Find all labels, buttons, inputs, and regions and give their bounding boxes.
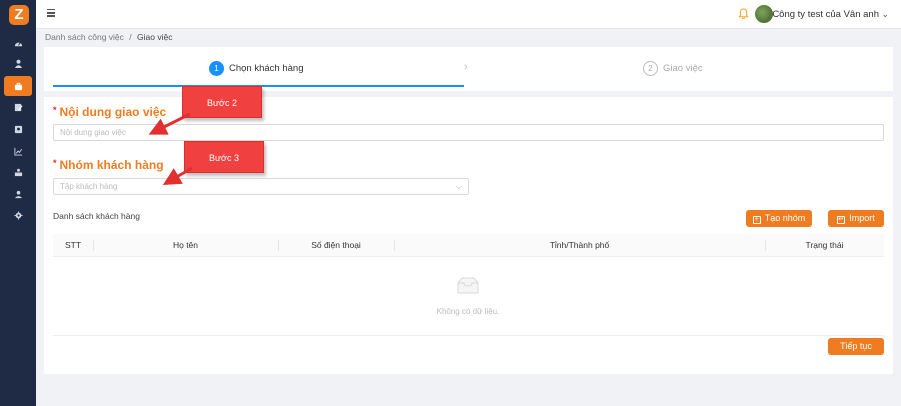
main-form-card: * Nội dung giao việc Nội dung giao việc *… — [44, 97, 893, 374]
task-content-label: * Nội dung giao việc — [53, 105, 167, 119]
step-number: 2 — [643, 61, 658, 76]
chevron-down-icon: ⌵ — [455, 182, 462, 191]
task-content-input[interactable]: Nội dung giao việc — [53, 124, 884, 141]
chevron-right-icon: › — [464, 61, 468, 73]
menu-toggle-icon[interactable] — [47, 9, 55, 17]
inbox-icon[interactable] — [0, 162, 36, 182]
customer-table-header: STT Họ tên Số điện thoại Tỉnh/Thành phố … — [53, 234, 884, 257]
step-choose-customer[interactable]: 1 Chọn khách hàng — [209, 61, 303, 76]
breadcrumb-parent[interactable]: Danh sách công việc — [45, 32, 124, 42]
import-icon: ↵ — [837, 216, 846, 224]
dashboard-icon[interactable] — [0, 33, 36, 53]
top-bar: Công ty test của Vân anh ⌄ — [36, 0, 901, 29]
customer-group-placeholder: Tập khách hàng — [60, 182, 118, 191]
chevron-down-icon[interactable]: ⌄ — [881, 9, 889, 20]
column-header-stt[interactable]: STT — [53, 234, 93, 257]
callout-step-2: Bước 2 — [182, 86, 262, 118]
column-header-status[interactable]: Trạng thái — [765, 234, 884, 257]
column-header-phone[interactable]: Số điện thoại — [278, 234, 394, 257]
step-assign-task[interactable]: 2 Giao việc — [643, 61, 703, 76]
customer-group-select[interactable]: Tập khách hàng ⌵ — [53, 178, 469, 195]
required-mark: * — [53, 105, 57, 115]
steps-bar: 1 Chọn khách hàng › 2 Giao việc — [44, 47, 893, 91]
callout-step-3: Bước 3 — [184, 141, 264, 173]
empty-state-text: Không có dữ liệu. — [436, 307, 500, 316]
notification-bell-icon[interactable] — [738, 8, 749, 20]
create-group-button[interactable]: + Tạo nhóm — [746, 210, 812, 227]
column-header-province[interactable]: Tỉnh/Thành phố — [394, 234, 765, 257]
company-name[interactable]: Công ty test của Vân anh — [772, 9, 879, 20]
chart-icon[interactable] — [0, 141, 36, 161]
briefcase-icon[interactable] — [4, 76, 32, 96]
settings-icon[interactable] — [0, 205, 36, 225]
customer-group-label: * Nhóm khách hàng — [53, 158, 164, 172]
contact-book-icon[interactable] — [0, 119, 36, 139]
step-number: 1 — [209, 61, 224, 76]
column-header-name[interactable]: Họ tên — [93, 234, 278, 257]
avatar[interactable] — [755, 5, 773, 23]
step-label: Chọn khách hàng — [229, 63, 304, 74]
required-mark: * — [53, 158, 57, 168]
table-divider — [53, 335, 884, 336]
plus-square-icon: + — [752, 216, 761, 224]
app-logo[interactable]: Z — [9, 5, 29, 25]
breadcrumb: Danh sách công việc / Giao việc — [45, 32, 172, 42]
breadcrumb-current: Giao việc — [137, 32, 173, 42]
step-label: Giao việc — [663, 63, 703, 74]
user-icon[interactable] — [0, 53, 36, 73]
continue-button[interactable]: Tiếp tục — [828, 338, 884, 355]
sidebar: Z — [0, 0, 36, 406]
breadcrumb-separator: / — [129, 32, 132, 42]
customer-list-title: Danh sách khách hàng — [53, 211, 140, 221]
import-button[interactable]: ↵ Import — [828, 210, 884, 227]
users-icon[interactable] — [0, 184, 36, 204]
edit-icon[interactable] — [0, 97, 36, 117]
empty-inbox-icon — [457, 277, 479, 294]
